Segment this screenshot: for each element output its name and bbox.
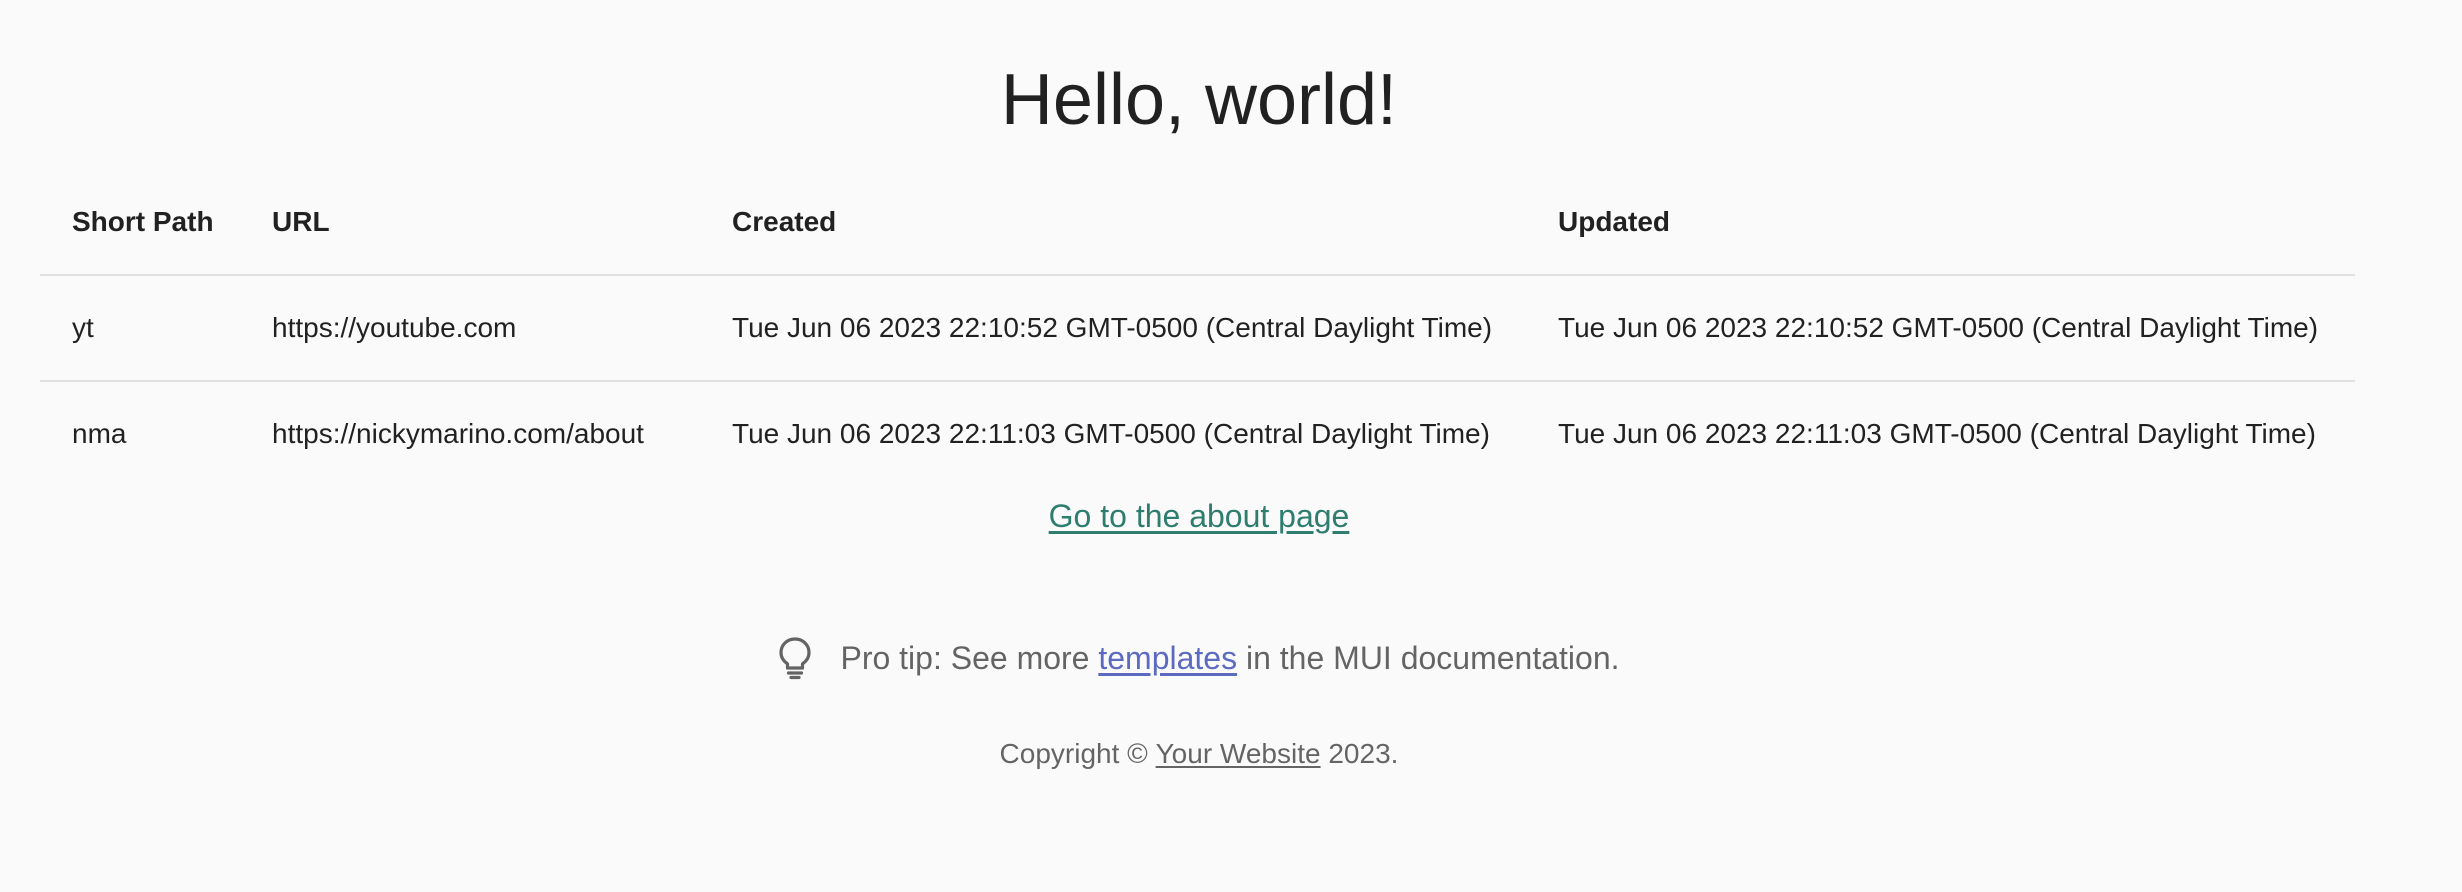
cell-updated: Tue Jun 06 2023 22:10:52 GMT-0500 (Centr… — [1526, 275, 2355, 382]
cell-short-path: nma — [72, 418, 127, 449]
pro-tip: Pro tip: See more templates in the MUI d… — [0, 636, 2398, 680]
cell-created: Tue Jun 06 2023 22:10:52 GMT-0500 (Centr… — [700, 275, 1526, 382]
lightbulb-icon — [778, 636, 812, 680]
copyright-prefix: Copyright © — [999, 738, 1148, 769]
table-row: nma https://nickymarino.com/about Tue Ju… — [40, 381, 2355, 486]
cell-url: https://nickymarino.com/about — [272, 418, 644, 449]
cell-created: Tue Jun 06 2023 22:11:03 GMT-0500 (Centr… — [732, 418, 1490, 449]
copyright-year: 2023. — [1328, 738, 1399, 769]
pro-tip-prefix: Pro tip: See more — [840, 640, 1090, 676]
cell-short-path: yt — [40, 275, 240, 382]
copyright: Copyright © Your Website 2023. — [0, 734, 2398, 774]
templates-link[interactable]: templates — [1098, 636, 1237, 680]
cell-url: https://youtube.com — [240, 275, 700, 382]
table-row: yt https://youtube.com Tue Jun 06 2023 2… — [40, 275, 2355, 382]
column-header-updated: Updated — [1526, 170, 2355, 276]
pro-tip-suffix: in the MUI documentation. — [1245, 640, 1620, 676]
column-header-url: URL — [240, 170, 700, 276]
page-title: Hello, world! — [1000, 60, 1398, 140]
column-header-created: Created — [700, 170, 1526, 276]
about-link-container: Go to the about page — [0, 494, 2398, 538]
links-table: Short Path URL Created Updated yt https:… — [40, 170, 2355, 486]
page: Hello, world! Short Path URL Created Upd… — [0, 0, 2462, 892]
table-header-row: Short Path URL Created Updated — [40, 170, 2355, 276]
column-header-short-path: Short Path — [40, 170, 240, 276]
cell-updated: Tue Jun 06 2023 22:11:03 GMT-0500 (Centr… — [1558, 418, 2316, 449]
your-website-link[interactable]: Your Website — [1156, 738, 1321, 769]
about-page-link[interactable]: Go to the about page — [1049, 498, 1350, 534]
